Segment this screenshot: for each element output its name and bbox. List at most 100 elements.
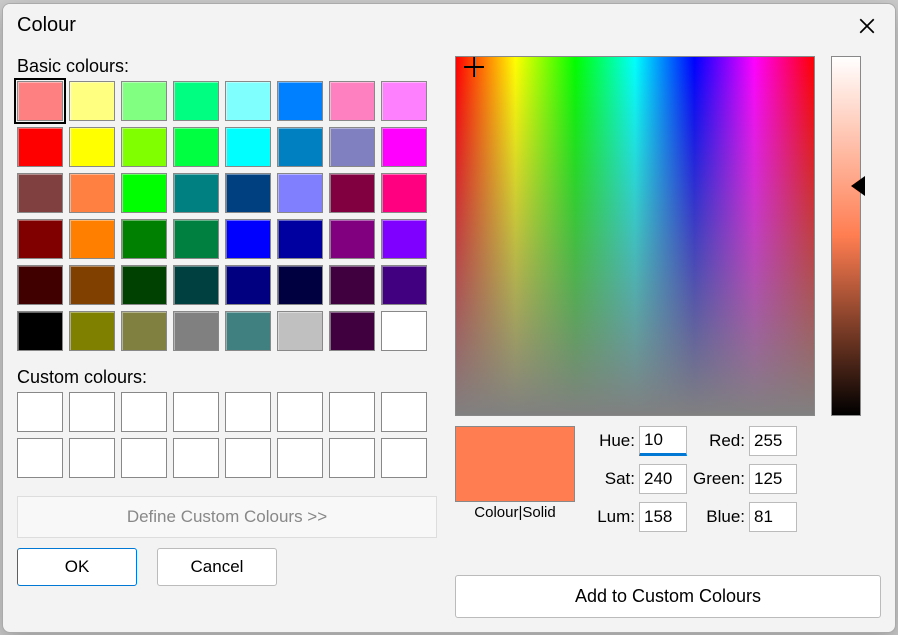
custom-swatch[interactable] (121, 438, 167, 478)
custom-swatch[interactable] (329, 392, 375, 432)
basic-swatch[interactable] (69, 173, 115, 213)
basic-swatch[interactable] (121, 311, 167, 351)
red-input[interactable] (749, 426, 797, 456)
basic-swatch[interactable] (329, 127, 375, 167)
ok-cancel-row: OK Cancel (17, 548, 437, 586)
basic-swatch[interactable] (69, 311, 115, 351)
basic-swatch[interactable] (277, 127, 323, 167)
custom-swatch[interactable] (277, 438, 323, 478)
basic-swatch[interactable] (381, 311, 427, 351)
basic-swatch[interactable] (277, 219, 323, 259)
basic-swatch[interactable] (329, 265, 375, 305)
close-button[interactable] (853, 12, 881, 40)
add-to-custom-button[interactable]: Add to Custom Colours (455, 575, 881, 618)
custom-swatch[interactable] (17, 438, 63, 478)
basic-swatch[interactable] (225, 311, 271, 351)
custom-swatch[interactable] (329, 438, 375, 478)
colour-solid-label: Colour|Solid (474, 504, 555, 521)
green-row: Green: (693, 464, 797, 494)
right-column: Colour|Solid Hue: Sat: Lum: (455, 56, 881, 618)
basic-swatch[interactable] (121, 127, 167, 167)
basic-swatch[interactable] (277, 81, 323, 121)
basic-swatch[interactable] (69, 265, 115, 305)
define-custom-button[interactable]: Define Custom Colours >> (17, 496, 437, 538)
custom-swatch[interactable] (225, 438, 271, 478)
basic-swatch[interactable] (17, 127, 63, 167)
picker-area (455, 56, 881, 416)
basic-swatch[interactable] (329, 219, 375, 259)
hsl-column: Hue: Sat: Lum: (583, 426, 687, 532)
custom-colours-label: Custom colours: (17, 367, 437, 388)
basic-swatch[interactable] (121, 173, 167, 213)
custom-swatch[interactable] (277, 392, 323, 432)
basic-swatch[interactable] (17, 173, 63, 213)
sat-input[interactable] (639, 464, 687, 494)
sat-row: Sat: (583, 464, 687, 494)
basic-swatch[interactable] (17, 81, 63, 121)
basic-swatch[interactable] (121, 81, 167, 121)
basic-swatch[interactable] (69, 127, 115, 167)
basic-swatch[interactable] (381, 81, 427, 121)
green-label: Green: (693, 469, 745, 489)
basic-swatch[interactable] (277, 173, 323, 213)
basic-swatch[interactable] (225, 81, 271, 121)
colour-dialog: Colour Basic colours: Custom colours: De… (2, 3, 896, 633)
dialog-content: Basic colours: Custom colours: Define Cu… (3, 46, 895, 632)
blue-input[interactable] (749, 502, 797, 532)
basic-swatch[interactable] (173, 311, 219, 351)
basic-swatch[interactable] (277, 311, 323, 351)
basic-swatch[interactable] (225, 127, 271, 167)
blue-label: Blue: (693, 507, 745, 527)
rgb-column: Red: Green: Blue: (693, 426, 797, 532)
basic-swatch[interactable] (381, 127, 427, 167)
basic-swatch[interactable] (225, 219, 271, 259)
custom-swatch[interactable] (69, 438, 115, 478)
basic-swatch[interactable] (173, 81, 219, 121)
basic-swatch[interactable] (277, 265, 323, 305)
custom-swatch[interactable] (225, 392, 271, 432)
left-column: Basic colours: Custom colours: Define Cu… (17, 56, 437, 618)
custom-swatch[interactable] (173, 392, 219, 432)
custom-swatch[interactable] (381, 392, 427, 432)
luminance-slider[interactable] (831, 56, 861, 416)
basic-colours-grid (17, 81, 437, 351)
basic-swatch[interactable] (225, 265, 271, 305)
cancel-button[interactable]: Cancel (157, 548, 277, 586)
basic-swatch[interactable] (381, 219, 427, 259)
custom-swatch[interactable] (173, 438, 219, 478)
lum-input[interactable] (639, 502, 687, 532)
basic-swatch[interactable] (329, 173, 375, 213)
hue-sat-gradient[interactable] (455, 56, 815, 416)
red-label: Red: (693, 431, 745, 451)
basic-swatch[interactable] (173, 219, 219, 259)
green-input[interactable] (749, 464, 797, 494)
basic-swatch[interactable] (381, 173, 427, 213)
basic-swatch[interactable] (121, 265, 167, 305)
basic-swatch[interactable] (121, 219, 167, 259)
basic-swatch[interactable] (69, 81, 115, 121)
custom-swatch[interactable] (121, 392, 167, 432)
blue-row: Blue: (693, 502, 797, 532)
basic-swatch[interactable] (173, 265, 219, 305)
basic-swatch[interactable] (17, 219, 63, 259)
titlebar: Colour (3, 4, 895, 46)
basic-swatch[interactable] (69, 219, 115, 259)
basic-swatch[interactable] (17, 265, 63, 305)
red-row: Red: (693, 426, 797, 456)
hue-label: Hue: (583, 431, 635, 451)
basic-swatch[interactable] (225, 173, 271, 213)
custom-swatch[interactable] (17, 392, 63, 432)
basic-swatch[interactable] (17, 311, 63, 351)
custom-swatch[interactable] (381, 438, 427, 478)
custom-swatch[interactable] (69, 392, 115, 432)
close-icon (858, 17, 876, 35)
ok-button[interactable]: OK (17, 548, 137, 586)
hue-input[interactable] (639, 426, 687, 456)
basic-swatch[interactable] (173, 127, 219, 167)
basic-colours-label: Basic colours: (17, 56, 437, 77)
value-columns: Hue: Sat: Lum: (583, 426, 881, 532)
basic-swatch[interactable] (329, 311, 375, 351)
basic-swatch[interactable] (329, 81, 375, 121)
basic-swatch[interactable] (381, 265, 427, 305)
basic-swatch[interactable] (173, 173, 219, 213)
